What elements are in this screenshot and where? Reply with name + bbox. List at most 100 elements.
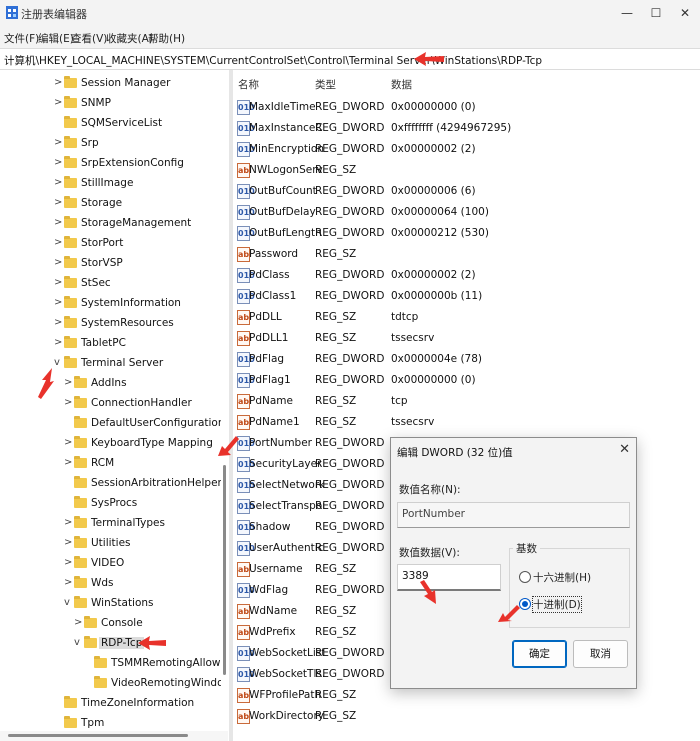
- value-row[interactable]: 010 PdClass1 REG_DWORD 0x0000000b (11): [234, 286, 700, 307]
- value-row[interactable]: ab PdName1 REG_SZ tssecsrv: [234, 412, 700, 433]
- tree-scroll-thumb[interactable]: [223, 465, 226, 675]
- annotation-arrow-icon: [38, 368, 54, 399]
- tree-vertical-scrollbar[interactable]: [221, 70, 228, 741]
- folder-icon: [64, 296, 77, 308]
- value-name-label: 数值名称(N):: [399, 484, 461, 496]
- menu-edit[interactable]: 编辑(E): [38, 31, 74, 46]
- folder-icon: [74, 576, 87, 588]
- folder-icon: [64, 716, 77, 728]
- address-bar[interactable]: 计算机\HKEY_LOCAL_MACHINE\SYSTEM\CurrentCon…: [0, 48, 700, 70]
- folder-icon: [64, 356, 77, 368]
- expand-chevron-icon[interactable]: >: [54, 217, 64, 228]
- value-row[interactable]: 010 OutBufDelay REG_DWORD 0x00000064 (100): [234, 202, 700, 223]
- pane-splitter[interactable]: [229, 70, 233, 741]
- menu-favorites[interactable]: 收藏夹(A): [106, 31, 153, 46]
- column-header-name[interactable]: 名称: [238, 77, 259, 92]
- value-row[interactable]: 010 PdFlag REG_DWORD 0x0000004e (78): [234, 349, 700, 370]
- expand-chevron-icon[interactable]: >: [64, 377, 74, 388]
- key-tree[interactable]: > Session Manager > SNMP SQMServiceList > S…: [0, 70, 228, 741]
- column-header-data[interactable]: 数据: [391, 77, 412, 92]
- folder-icon: [64, 236, 77, 248]
- folder-icon: [94, 676, 107, 688]
- expand-chevron-icon[interactable]: >: [64, 457, 74, 468]
- annotation-arrow-icon: [138, 636, 166, 650]
- expand-chevron-icon[interactable]: >: [64, 437, 74, 448]
- value-row[interactable]: ab PdDLL REG_SZ tdtcp: [234, 307, 700, 328]
- expand-chevron-icon[interactable]: >: [64, 517, 74, 528]
- value-row[interactable]: 010 MaxIdleTime REG_DWORD 0x00000000 (0): [234, 97, 700, 118]
- cancel-button[interactable]: 取消: [573, 640, 628, 668]
- folder-icon: [64, 256, 77, 268]
- collapse-chevron-icon[interactable]: v: [74, 637, 84, 648]
- expand-chevron-icon[interactable]: >: [64, 397, 74, 408]
- minimize-button[interactable]: —: [612, 0, 642, 26]
- value-row[interactable]: 010 PdFlag1 REG_DWORD 0x00000000 (0): [234, 370, 700, 391]
- value-data-input[interactable]: 3389: [397, 564, 501, 591]
- folder-icon: [64, 136, 77, 148]
- folder-icon: [74, 456, 87, 468]
- ok-button[interactable]: 确定: [512, 640, 567, 668]
- expand-chevron-icon[interactable]: >: [54, 177, 64, 188]
- folder-icon: [64, 156, 77, 168]
- dialog-close-button[interactable]: ✕: [619, 442, 630, 457]
- annotation-arrow-icon: [420, 580, 436, 604]
- menu-help[interactable]: 帮助(H): [148, 31, 185, 46]
- expand-chevron-icon[interactable]: >: [64, 557, 74, 568]
- folder-icon: [64, 696, 77, 708]
- expand-chevron-icon[interactable]: >: [54, 257, 64, 268]
- folder-icon: [74, 596, 87, 608]
- collapse-chevron-icon[interactable]: v: [64, 597, 74, 608]
- expand-chevron-icon[interactable]: >: [54, 277, 64, 288]
- folder-icon: [64, 276, 77, 288]
- folder-icon: [84, 636, 97, 648]
- folder-icon: [64, 196, 77, 208]
- edit-dword-dialog[interactable]: 编辑 DWORD (32 位)值 ✕ 数值名称(N): PortNumber 数…: [390, 437, 637, 689]
- folder-icon: [64, 116, 77, 128]
- title-bar: 注册表编辑器 — ☐ ✕: [0, 0, 700, 26]
- folder-icon: [84, 616, 97, 628]
- value-row[interactable]: 010 PdClass REG_DWORD 0x00000002 (2): [234, 265, 700, 286]
- folder-icon: [74, 416, 87, 428]
- column-header-type[interactable]: 类型: [315, 77, 336, 92]
- value-row[interactable]: 010MinEncryption...REG_DWORD0x00000002 (…: [234, 139, 700, 160]
- expand-chevron-icon[interactable]: >: [54, 137, 64, 148]
- folder-icon: [64, 76, 77, 88]
- expand-chevron-icon[interactable]: >: [74, 617, 84, 628]
- base-group-title: 基数: [513, 541, 540, 556]
- expand-chevron-icon[interactable]: >: [54, 337, 64, 348]
- tree-horizontal-scrollbar[interactable]: [0, 731, 228, 741]
- hex-radio-label[interactable]: 十六进制(H): [533, 570, 591, 585]
- menu-view[interactable]: 查看(V): [71, 31, 107, 46]
- folder-icon: [74, 436, 87, 448]
- value-row[interactable]: abNWLogonServerREG_SZ: [234, 160, 700, 181]
- expand-chevron-icon[interactable]: >: [64, 537, 74, 548]
- value-row[interactable]: ab WorkDirectory REG_SZ: [234, 706, 700, 727]
- folder-icon: [64, 316, 77, 328]
- annotation-arrow-icon: [414, 52, 444, 66]
- folder-icon: [74, 556, 87, 568]
- expand-chevron-icon[interactable]: >: [54, 157, 64, 168]
- value-row[interactable]: 010 OutBufLength REG_DWORD 0x00000212 (530): [234, 223, 700, 244]
- annotation-arrow-icon: [218, 436, 239, 456]
- decimal-radio-label[interactable]: 十进制(D): [532, 596, 582, 613]
- expand-chevron-icon[interactable]: >: [54, 77, 64, 88]
- value-row[interactable]: ab PdDLL1 REG_SZ tssecsrv: [234, 328, 700, 349]
- expand-chevron-icon[interactable]: >: [54, 297, 64, 308]
- expand-chevron-icon[interactable]: >: [54, 197, 64, 208]
- expand-chevron-icon[interactable]: >: [64, 577, 74, 588]
- value-row[interactable]: ab PdName REG_SZ tcp: [234, 391, 700, 412]
- tree-hscroll-thumb[interactable]: [8, 734, 188, 737]
- value-row[interactable]: 010MaxInstanceC...REG_DWORD0xffffffff (4…: [234, 118, 700, 139]
- menu-file[interactable]: 文件(F): [4, 31, 39, 46]
- expand-chevron-icon[interactable]: >: [54, 237, 64, 248]
- base-group: [509, 548, 630, 628]
- hex-radio[interactable]: [519, 571, 531, 583]
- value-row[interactable]: ab Password REG_SZ: [234, 244, 700, 265]
- value-row[interactable]: 010 OutBufCount REG_DWORD 0x00000006 (6): [234, 181, 700, 202]
- folder-icon: [64, 176, 77, 188]
- expand-chevron-icon[interactable]: >: [54, 97, 64, 108]
- expand-chevron-icon[interactable]: >: [54, 317, 64, 328]
- folder-icon: [64, 336, 77, 348]
- maximize-button[interactable]: ☐: [641, 0, 671, 26]
- close-button[interactable]: ✕: [670, 0, 700, 26]
